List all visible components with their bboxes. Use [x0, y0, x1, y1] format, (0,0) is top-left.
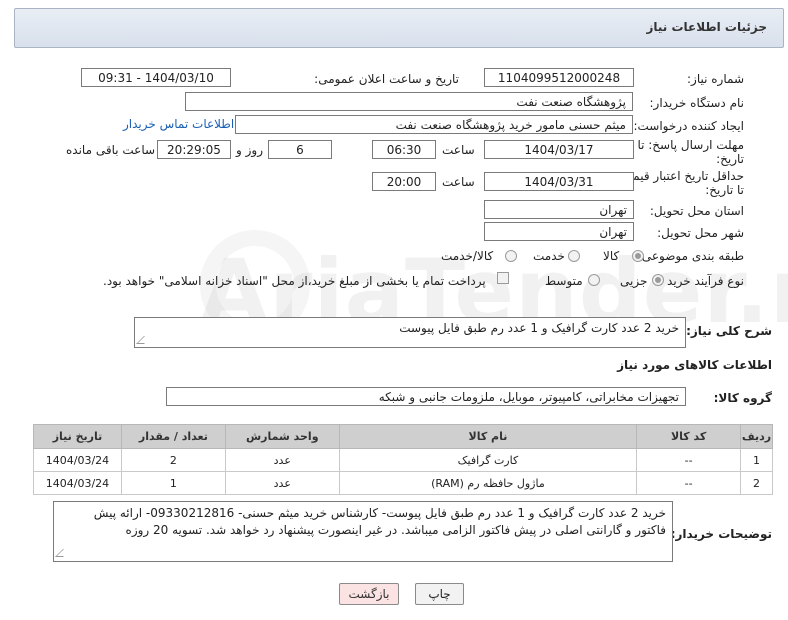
col-item-code: کد کالا	[636, 424, 742, 449]
cell-quantity: 2	[120, 448, 226, 472]
treasury-payment-note: پرداخت تمام یا بخشی از مبلغ خرید،از محل …	[103, 274, 486, 288]
creator-label: ایجاد کننده درخواست:	[633, 119, 744, 133]
city-label: شهر محل تحویل:	[657, 226, 744, 240]
announce-datetime-field: 1404/03/10 - 09:31	[81, 68, 231, 87]
reply-deadline-label: مهلت ارسال پاسخ: تا	[637, 138, 744, 152]
province-field: تهران	[484, 200, 634, 219]
cell-need-date: 1404/03/24	[33, 448, 122, 472]
cell-item-name: کارت گرافیک	[338, 448, 638, 472]
goods-group-field: تجهیزات مخابراتی، کامپیوتر، موبایل، ملزو…	[166, 387, 686, 406]
col-item-name: نام کالا	[338, 424, 638, 449]
buyer-notes-textarea[interactable]: خرید 2 عدد کارت گرافیک و 1 عدد رم طبق فا…	[53, 501, 673, 562]
cell-row-number: 1	[740, 448, 773, 472]
remaining-time-field: 20:29:05	[157, 140, 231, 159]
category-goods-label: کالا	[603, 249, 620, 263]
category-service-label: خدمت	[533, 249, 565, 263]
cell-unit: عدد	[224, 471, 340, 495]
buyer-notes-label: توضیحات خریدار:	[670, 527, 772, 541]
price-deadline-label-2: تا تاریخ:	[705, 183, 744, 197]
process-partial-label: جزیی	[620, 274, 648, 288]
items-table: ردیف کد کالا نام کالا واحد شمارش تعداد /…	[33, 424, 773, 495]
process-partial-radio[interactable]	[652, 274, 664, 286]
summary-textarea[interactable]: خرید 2 عدد کارت گرافیک و 1 عدد رم طبق فا…	[134, 317, 686, 348]
announce-label: تاریخ و ساعت اعلان عمومی:	[314, 72, 459, 86]
goods-group-label: گروه کالا:	[713, 391, 772, 405]
category-service-radio[interactable]	[568, 250, 580, 262]
price-time-field: 20:00	[372, 172, 436, 191]
page-title: جزئیات اطلاعات نیاز	[646, 20, 767, 34]
process-medium-label: متوسط	[545, 274, 583, 288]
need-number-label: شماره نیاز:	[687, 72, 744, 86]
buyer-org-label: نام دستگاه خریدار:	[649, 96, 745, 110]
cell-quantity: 1	[120, 471, 226, 495]
cell-item-code: --	[636, 471, 742, 495]
category-both-radio[interactable]	[505, 250, 517, 262]
goods-section-title: اطلاعات کالاهای مورد نیاز	[617, 358, 772, 372]
reply-time-field: 06:30	[372, 140, 436, 159]
price-time-label: ساعت	[442, 175, 475, 189]
buyer-org-field: پژوهشگاه صنعت نفت	[185, 92, 633, 111]
contact-info-link[interactable]: اطلاعات تماس خریدار	[123, 117, 234, 131]
days-label: روز و	[236, 143, 263, 157]
category-both-label: کالا/خدمت	[441, 249, 494, 263]
print-button[interactable]: چاپ	[415, 583, 464, 605]
table-row[interactable]: 2 -- ماژول حافظه رم (RAM) عدد 1 1404/03/…	[33, 471, 773, 495]
province-label: استان محل تحویل:	[649, 204, 744, 218]
city-field: تهران	[484, 222, 634, 241]
back-button[interactable]: بازگشت	[339, 583, 399, 605]
price-deadline-label: حداقل تاریخ اعتبار قیمت:	[617, 169, 744, 183]
category-label: طبقه بندی موضوعی:	[637, 249, 744, 263]
header-panel: جزئیات اطلاعات نیاز	[14, 8, 784, 48]
cell-row-number: 2	[740, 471, 773, 495]
table-row[interactable]: 1 -- کارت گرافیک عدد 2 1404/03/24	[33, 448, 773, 472]
need-number-field: 1104099512000248	[484, 68, 634, 87]
creator-field: میثم حسنی مامور خرید پژوهشگاه صنعت نفت	[235, 115, 633, 134]
table-header-row: ردیف کد کالا نام کالا واحد شمارش تعداد /…	[33, 424, 773, 449]
reply-time-label: ساعت	[442, 143, 475, 157]
process-label: نوع فرآیند خرید :	[659, 274, 744, 288]
process-medium-radio[interactable]	[588, 274, 600, 286]
category-goods-radio[interactable]	[632, 250, 644, 262]
cell-item-code: --	[636, 448, 742, 472]
summary-label: شرح کلی نیاز:	[686, 324, 772, 338]
col-row-number: ردیف	[740, 424, 773, 449]
reply-deadline-label-2: تاریخ:	[716, 152, 744, 166]
cell-need-date: 1404/03/24	[33, 471, 122, 495]
cell-item-name: ماژول حافظه رم (RAM)	[338, 471, 638, 495]
price-date-field: 1404/03/31	[484, 172, 634, 191]
col-need-date: تاریخ نیاز	[33, 424, 122, 449]
remaining-label: ساعت باقی مانده	[66, 143, 156, 157]
days-field: 6	[268, 140, 332, 159]
col-quantity: تعداد / مقدار	[120, 424, 226, 449]
col-unit: واحد شمارش	[224, 424, 340, 449]
cell-unit: عدد	[224, 448, 340, 472]
treasury-payment-checkbox[interactable]	[497, 272, 509, 284]
reply-date-field: 1404/03/17	[484, 140, 634, 159]
